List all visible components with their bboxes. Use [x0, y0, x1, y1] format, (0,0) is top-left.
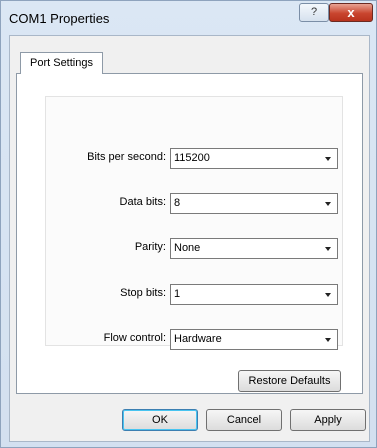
flow-control-value: Hardware: [174, 333, 222, 345]
ok-button[interactable]: OK: [122, 409, 198, 431]
bits-per-second-select[interactable]: 115200: [170, 148, 338, 169]
data-bits-select[interactable]: 8: [170, 193, 338, 214]
title-bar[interactable]: COM1 Properties ? x: [1, 1, 376, 35]
parity-row: Parity: None: [46, 236, 344, 260]
flow-control-row: Flow control: Hardware: [46, 327, 344, 351]
stop-bits-row: Stop bits: 1: [46, 282, 344, 306]
bits-per-second-value: 115200: [174, 152, 210, 164]
window-title: COM1 Properties: [9, 11, 110, 26]
chevron-down-icon[interactable]: [320, 239, 337, 258]
data-bits-row: Data bits: 8: [46, 191, 344, 215]
dialog-body: Port Settings Bits per second: 115200 Da…: [9, 35, 370, 442]
chevron-down-icon[interactable]: [320, 149, 337, 168]
stop-bits-label: Stop bits:: [120, 287, 166, 299]
stop-bits-select[interactable]: 1: [170, 284, 338, 305]
chevron-down-icon[interactable]: [320, 330, 337, 349]
data-bits-value: 8: [174, 197, 181, 209]
help-icon: ?: [310, 6, 318, 18]
close-button[interactable]: x: [329, 3, 373, 22]
help-button[interactable]: ?: [299, 3, 329, 22]
dialog-window: COM1 Properties ? x Port Settings Bits p…: [0, 0, 377, 448]
tab-port-settings[interactable]: Port Settings: [20, 52, 103, 74]
port-settings-panel: Bits per second: 115200 Data bits: 8 Par…: [16, 73, 363, 394]
chevron-down-icon[interactable]: [320, 194, 337, 213]
data-bits-label: Data bits:: [119, 196, 166, 208]
flow-control-label: Flow control:: [103, 332, 166, 344]
restore-defaults-button[interactable]: Restore Defaults: [238, 370, 341, 392]
cancel-button[interactable]: Cancel: [206, 409, 282, 431]
chevron-down-icon[interactable]: [320, 285, 337, 304]
flow-control-select[interactable]: Hardware: [170, 329, 338, 350]
parity-select[interactable]: None: [170, 238, 338, 259]
bits-per-second-label: Bits per second:: [87, 151, 166, 163]
stop-bits-value: 1: [174, 288, 181, 300]
parity-value: None: [174, 242, 201, 254]
settings-group: Bits per second: 115200 Data bits: 8 Par…: [45, 96, 344, 350]
apply-button[interactable]: Apply: [290, 409, 366, 431]
bits-per-second-row: Bits per second: 115200: [46, 146, 344, 170]
parity-label: Parity:: [134, 241, 166, 253]
close-icon: x: [347, 5, 355, 20]
